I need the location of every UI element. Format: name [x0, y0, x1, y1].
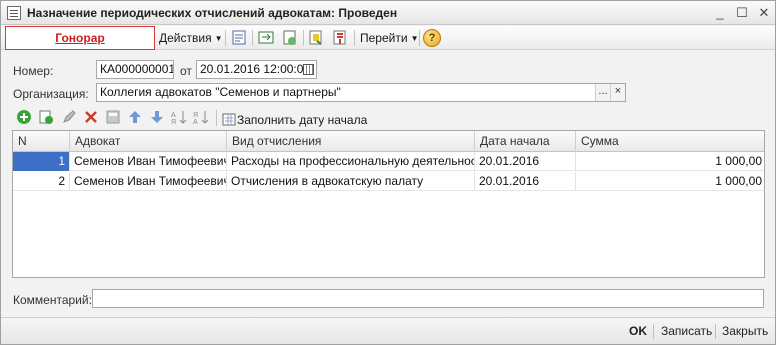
- comment-field[interactable]: [92, 289, 764, 308]
- organization-label: Организация:: [13, 87, 89, 101]
- organization-field[interactable]: Коллегия адвокатов "Семенов и партнеры" …: [96, 83, 626, 102]
- organization-value: Коллегия адвокатов "Семенов и партнеры": [100, 85, 341, 99]
- number-label: Номер:: [13, 64, 54, 78]
- clear-organization-button[interactable]: ×: [610, 84, 625, 101]
- accrual-type-cell[interactable]: Расходы на профессиональную деятельность: [227, 152, 475, 171]
- save-button[interactable]: Записать: [661, 324, 712, 338]
- end-edit-icon[interactable]: [105, 109, 121, 125]
- document-window: Назначение периодических отчислений адво…: [0, 0, 776, 345]
- accruals-table: N Адвокат Вид отчисления Дата начала Сум…: [12, 130, 765, 278]
- fill-date-icon: [221, 111, 237, 127]
- add-row-icon[interactable]: [16, 109, 32, 125]
- sum-cell[interactable]: 1 000,00: [576, 152, 764, 171]
- maximize-button[interactable]: ☐: [733, 4, 751, 22]
- toolbar-separator: [225, 30, 226, 46]
- column-header-accrual-type[interactable]: Вид отчисления: [227, 131, 475, 152]
- start-date-cell[interactable]: 20.01.2016: [475, 152, 576, 171]
- accrual-type-cell[interactable]: Отчисления в адвокатскую палату: [227, 172, 475, 191]
- column-header-lawyer[interactable]: Адвокат: [70, 131, 227, 152]
- sort-ascending-icon[interactable]: АЯ: [171, 109, 187, 126]
- actions-menu-button[interactable]: Действия ▼: [159, 30, 223, 46]
- toolbar-separator: [303, 30, 304, 46]
- lawyer-cell[interactable]: Семенов Иван Тимофеевич: [70, 172, 227, 191]
- svg-text:Я: Я: [171, 119, 176, 125]
- toolbar-separator: [354, 30, 355, 46]
- date-from-label: от: [180, 64, 192, 78]
- fill-start-date-button[interactable]: Заполнить дату начала: [221, 108, 368, 127]
- select-organization-button[interactable]: ...: [595, 84, 610, 101]
- calendar-icon[interactable]: [303, 64, 314, 75]
- chevron-down-icon: ▼: [214, 34, 223, 43]
- toolbar-separator: [216, 110, 217, 126]
- main-toolbar: Гонорар Действия ▼ Перейти ▼ ?: [1, 26, 775, 50]
- ok-button[interactable]: OK: [629, 324, 647, 338]
- minimize-button[interactable]: _: [711, 4, 729, 22]
- move-up-icon[interactable]: [127, 109, 143, 125]
- row-number-cell[interactable]: 1: [13, 152, 70, 171]
- date-field[interactable]: 20.01.2016 12:00:00: [196, 60, 317, 79]
- column-header-n[interactable]: N: [13, 131, 70, 152]
- move-down-icon[interactable]: [149, 109, 165, 125]
- edit-row-icon[interactable]: [61, 109, 77, 125]
- table-toolbar: АЯ ЯА Заполнить дату начала: [13, 108, 753, 128]
- table-row[interactable]: 2 Семенов Иван Тимофеевич Отчисления в а…: [13, 172, 764, 191]
- title-bar: Назначение периодических отчислений адво…: [1, 1, 775, 25]
- comment-label: Комментарий:: [13, 293, 92, 307]
- footer-separator: [653, 324, 654, 339]
- table-header: N Адвокат Вид отчисления Дата начала Сум…: [13, 131, 764, 152]
- toolbar-separator: [419, 30, 420, 46]
- sort-descending-icon[interactable]: ЯА: [193, 109, 209, 126]
- window-title: Назначение периодических отчислений адво…: [27, 6, 398, 20]
- tab-honorar[interactable]: Гонорар: [5, 26, 155, 50]
- sum-cell[interactable]: 1 000,00: [576, 172, 764, 191]
- document-movements-icon[interactable]: [257, 29, 275, 47]
- start-date-cell[interactable]: 20.01.2016: [475, 172, 576, 191]
- document-icon: [7, 6, 21, 20]
- toolbar-separator: [252, 30, 253, 46]
- footer-separator: [715, 324, 716, 339]
- close-button[interactable]: Закрыть: [722, 324, 768, 338]
- lawyer-cell[interactable]: Семенов Иван Тимофеевич: [70, 152, 227, 171]
- fill-start-date-label: Заполнить дату начала: [237, 113, 368, 127]
- create-based-on-icon[interactable]: [307, 29, 325, 47]
- copy-row-icon[interactable]: [38, 109, 54, 125]
- form-footer: OK Записать Закрыть: [1, 317, 775, 344]
- actions-menu-label: Действия: [159, 31, 212, 45]
- svg-text:А: А: [193, 119, 198, 125]
- goto-menu-label: Перейти: [360, 31, 408, 45]
- structure-icon[interactable]: [331, 29, 349, 47]
- column-header-sum[interactable]: Сумма: [576, 131, 764, 152]
- goto-menu-button[interactable]: Перейти ▼: [360, 30, 418, 46]
- close-window-button[interactable]: ✕: [755, 4, 773, 22]
- svg-text:А: А: [171, 112, 176, 119]
- help-icon[interactable]: ?: [423, 29, 441, 47]
- column-header-start-date[interactable]: Дата начала: [475, 131, 576, 152]
- delete-row-icon[interactable]: [83, 109, 99, 125]
- svg-text:Я: Я: [193, 112, 198, 119]
- refresh-icon[interactable]: [281, 29, 299, 47]
- table-row[interactable]: 1 Семенов Иван Тимофеевич Расходы на про…: [13, 152, 764, 171]
- date-value: 20.01.2016 12:00:00: [200, 62, 311, 76]
- chevron-down-icon: ▼: [410, 34, 419, 43]
- post-document-icon[interactable]: [230, 29, 248, 47]
- row-number-cell[interactable]: 2: [13, 172, 70, 191]
- number-field[interactable]: КА000000001: [96, 60, 174, 79]
